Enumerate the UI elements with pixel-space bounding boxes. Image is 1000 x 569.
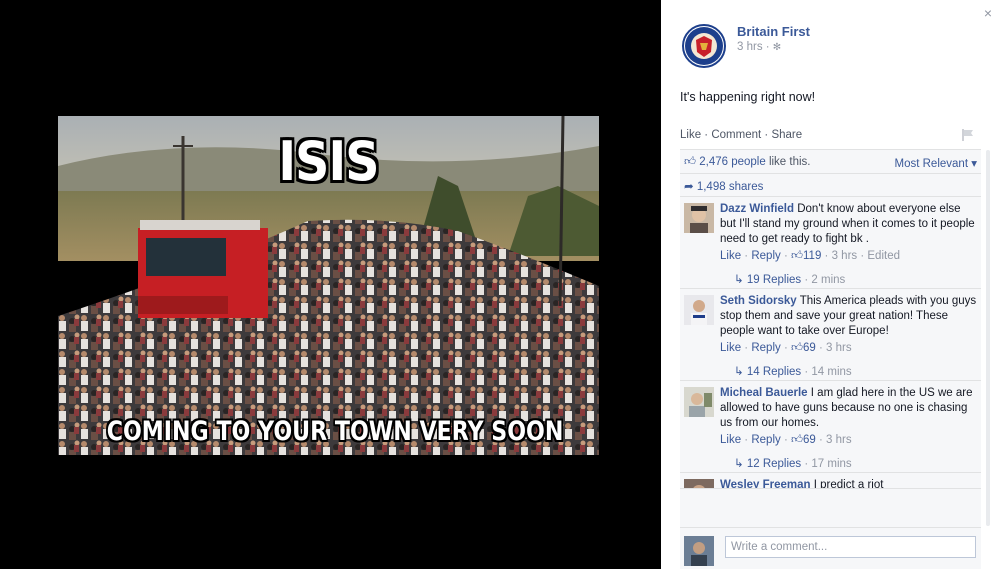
commenter-name[interactable]: Dazz Winfield (720, 203, 794, 215)
view-replies-link[interactable]: ↳ 14 Replies · 14 mins (720, 364, 977, 380)
comment-time[interactable]: 3 hrs (826, 434, 852, 446)
comment-item: Dazz Winfield Don't know about everyone … (680, 197, 981, 289)
thumbs-up-icon: 👍︎ (790, 250, 804, 262)
reply-arrow-icon: ↳ (734, 458, 744, 470)
commenter-name[interactable]: Micheal Bauerle (720, 387, 808, 399)
comment-item: Seth Sidorsky This America pleads with y… (680, 289, 981, 381)
comment-body: Dazz Winfield Don't know about everyone … (720, 202, 977, 247)
comment-like-button[interactable]: Like (720, 342, 741, 354)
britain-first-logo-icon (685, 27, 723, 65)
shares-count: 1,498 shares (696, 181, 764, 193)
replies-count: 14 Replies (746, 366, 802, 378)
viewer-avatar (684, 536, 714, 566)
comment-like-count[interactable]: 69 (803, 434, 816, 446)
meme-bottom-caption: COMING TO YOUR TOWN VERY SOON (106, 416, 564, 447)
comment-button[interactable]: Comment (711, 129, 761, 141)
comment-item: Micheal Bauerle I am glad here in the US… (680, 381, 981, 473)
post-photo[interactable]: ISIS COMING TO YOUR TOWN VERY SOON (58, 116, 599, 455)
comment-item: Wesley Freeman I predict a riot (680, 473, 981, 489)
replies-time: · 17 mins (804, 458, 852, 470)
close-icon[interactable]: × (984, 5, 992, 21)
post-side-panel: × Britain First 3 hrs · ✻ It's happening… (661, 0, 1000, 569)
meme-top-caption: ISIS (278, 130, 379, 193)
comment-meta: Like · Reply · 👍︎69 · 3 hrs (720, 342, 852, 354)
shares-summary[interactable]: ➦ 1,498 shares (680, 174, 981, 197)
comment-meta: Like · Reply · 👍︎119 · 3 hrs · Edited (720, 250, 900, 262)
commenter-avatar[interactable] (684, 479, 714, 489)
view-replies-link[interactable]: ↳ 12 Replies · 17 mins (720, 456, 977, 472)
flag-icon[interactable] (962, 129, 974, 141)
thumbs-up-icon: 👍︎ (790, 342, 804, 354)
feedback-scrollbar[interactable] (985, 150, 991, 526)
share-button[interactable]: Share (771, 129, 802, 141)
comment-text: I predict a riot (813, 479, 884, 489)
globe-icon: ✻ (772, 42, 782, 53)
commenter-name[interactable]: Seth Sidorsky (720, 295, 797, 307)
thumbs-up-icon: 👍︎ (684, 156, 697, 168)
commenter-avatar[interactable] (684, 203, 714, 233)
comment-body: Micheal Bauerle I am glad here in the US… (720, 386, 977, 431)
write-comment-input[interactable] (725, 536, 976, 558)
comment-like-button[interactable]: Like (720, 250, 741, 262)
comment-like-count[interactable]: 119 (803, 250, 821, 262)
likes-summary: 👍︎ 2,476 people like this. Most Relevant… (680, 150, 981, 174)
page-avatar[interactable] (682, 24, 726, 68)
comment-time[interactable]: 3 hrs · Edited (832, 250, 900, 262)
share-arrow-icon: ➦ (684, 181, 694, 193)
page-name-link[interactable]: Britain First (737, 24, 810, 39)
replies-time: · 2 mins (804, 274, 846, 286)
likes-count-link[interactable]: 2,476 people (699, 156, 766, 168)
comment-like-count[interactable]: 69 (803, 342, 816, 354)
reply-arrow-icon: ↳ (734, 366, 744, 378)
sort-comments-dropdown[interactable]: Most Relevant ▾ (895, 156, 977, 170)
comment-meta: Like · Reply · 👍︎69 · 3 hrs (720, 434, 852, 446)
replies-time: · 14 mins (804, 366, 852, 378)
post-time-text: 3 hrs · (737, 41, 770, 53)
comment-body: Seth Sidorsky This America pleads with y… (720, 294, 977, 339)
likes-suffix: like this. (765, 156, 811, 168)
commenter-avatar[interactable] (684, 387, 714, 417)
comment-like-button[interactable]: Like (720, 434, 741, 446)
replies-count: 12 Replies (746, 458, 802, 470)
like-button[interactable]: Like (680, 129, 701, 141)
commenter-avatar[interactable] (684, 295, 714, 325)
comment-reply-button[interactable]: Reply (751, 434, 780, 446)
commenter-name[interactable]: Wesley Freeman (720, 479, 811, 488)
comment-time[interactable]: 3 hrs (826, 342, 852, 354)
fire-truck (138, 220, 268, 318)
comment-composer (680, 527, 981, 569)
replies-count: 19 Replies (746, 274, 802, 286)
post-timestamp[interactable]: 3 hrs · ✻ (737, 41, 781, 53)
ufi-feedback: 👍︎ 2,476 people like this. Most Relevant… (680, 149, 981, 569)
reply-arrow-icon: ↳ (734, 274, 744, 286)
comment-reply-button[interactable]: Reply (751, 342, 780, 354)
view-replies-link[interactable]: ↳ 19 Replies · 2 mins (720, 272, 977, 288)
post-actions: Like · Comment · Share (680, 129, 803, 141)
comment-reply-button[interactable]: Reply (751, 250, 780, 262)
photo-viewer-stage: ISIS COMING TO YOUR TOWN VERY SOON (0, 0, 661, 569)
comment-body: Wesley Freeman I predict a riot (720, 478, 977, 489)
post-message: It's happening right now! (680, 90, 816, 104)
thumbs-up-icon: 👍︎ (790, 434, 804, 446)
